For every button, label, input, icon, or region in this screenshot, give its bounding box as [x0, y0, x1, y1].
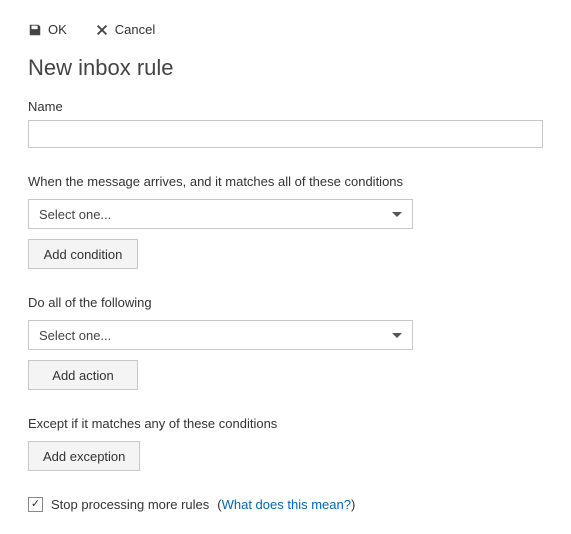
- actions-section: Do all of the following Select one... Ad…: [28, 295, 543, 390]
- conditions-section: When the message arrives, and it matches…: [28, 174, 543, 269]
- what-does-this-mean-link[interactable]: What does this mean?: [222, 497, 351, 512]
- actions-select[interactable]: Select one...: [28, 320, 413, 350]
- stop-processing-label: Stop processing more rules: [51, 497, 209, 512]
- cancel-button[interactable]: Cancel: [95, 22, 155, 37]
- chevron-down-icon: [392, 333, 402, 338]
- checkmark-icon: ✓: [31, 499, 40, 510]
- stop-processing-row: ✓ Stop processing more rules (What does …: [28, 497, 543, 512]
- conditions-select-value: Select one...: [39, 207, 111, 222]
- toolbar: OK Cancel: [28, 22, 543, 37]
- ok-label: OK: [48, 22, 67, 37]
- close-icon: [95, 23, 109, 37]
- exceptions-section: Except if it matches any of these condit…: [28, 416, 543, 471]
- actions-label: Do all of the following: [28, 295, 543, 310]
- save-icon: [28, 23, 42, 37]
- actions-select-value: Select one...: [39, 328, 111, 343]
- cancel-label: Cancel: [115, 22, 155, 37]
- stop-processing-checkbox[interactable]: ✓: [28, 497, 43, 512]
- name-label: Name: [28, 99, 543, 114]
- exceptions-label: Except if it matches any of these condit…: [28, 416, 543, 431]
- ok-button[interactable]: OK: [28, 22, 67, 37]
- page-title: New inbox rule: [28, 55, 543, 81]
- conditions-label: When the message arrives, and it matches…: [28, 174, 543, 189]
- chevron-down-icon: [392, 212, 402, 217]
- add-exception-button[interactable]: Add exception: [28, 441, 140, 471]
- name-input[interactable]: [28, 120, 543, 148]
- add-action-button[interactable]: Add action: [28, 360, 138, 390]
- name-field: Name: [28, 99, 543, 148]
- conditions-select[interactable]: Select one...: [28, 199, 413, 229]
- help-link-wrapper: (What does this mean?): [217, 497, 355, 512]
- add-condition-button[interactable]: Add condition: [28, 239, 138, 269]
